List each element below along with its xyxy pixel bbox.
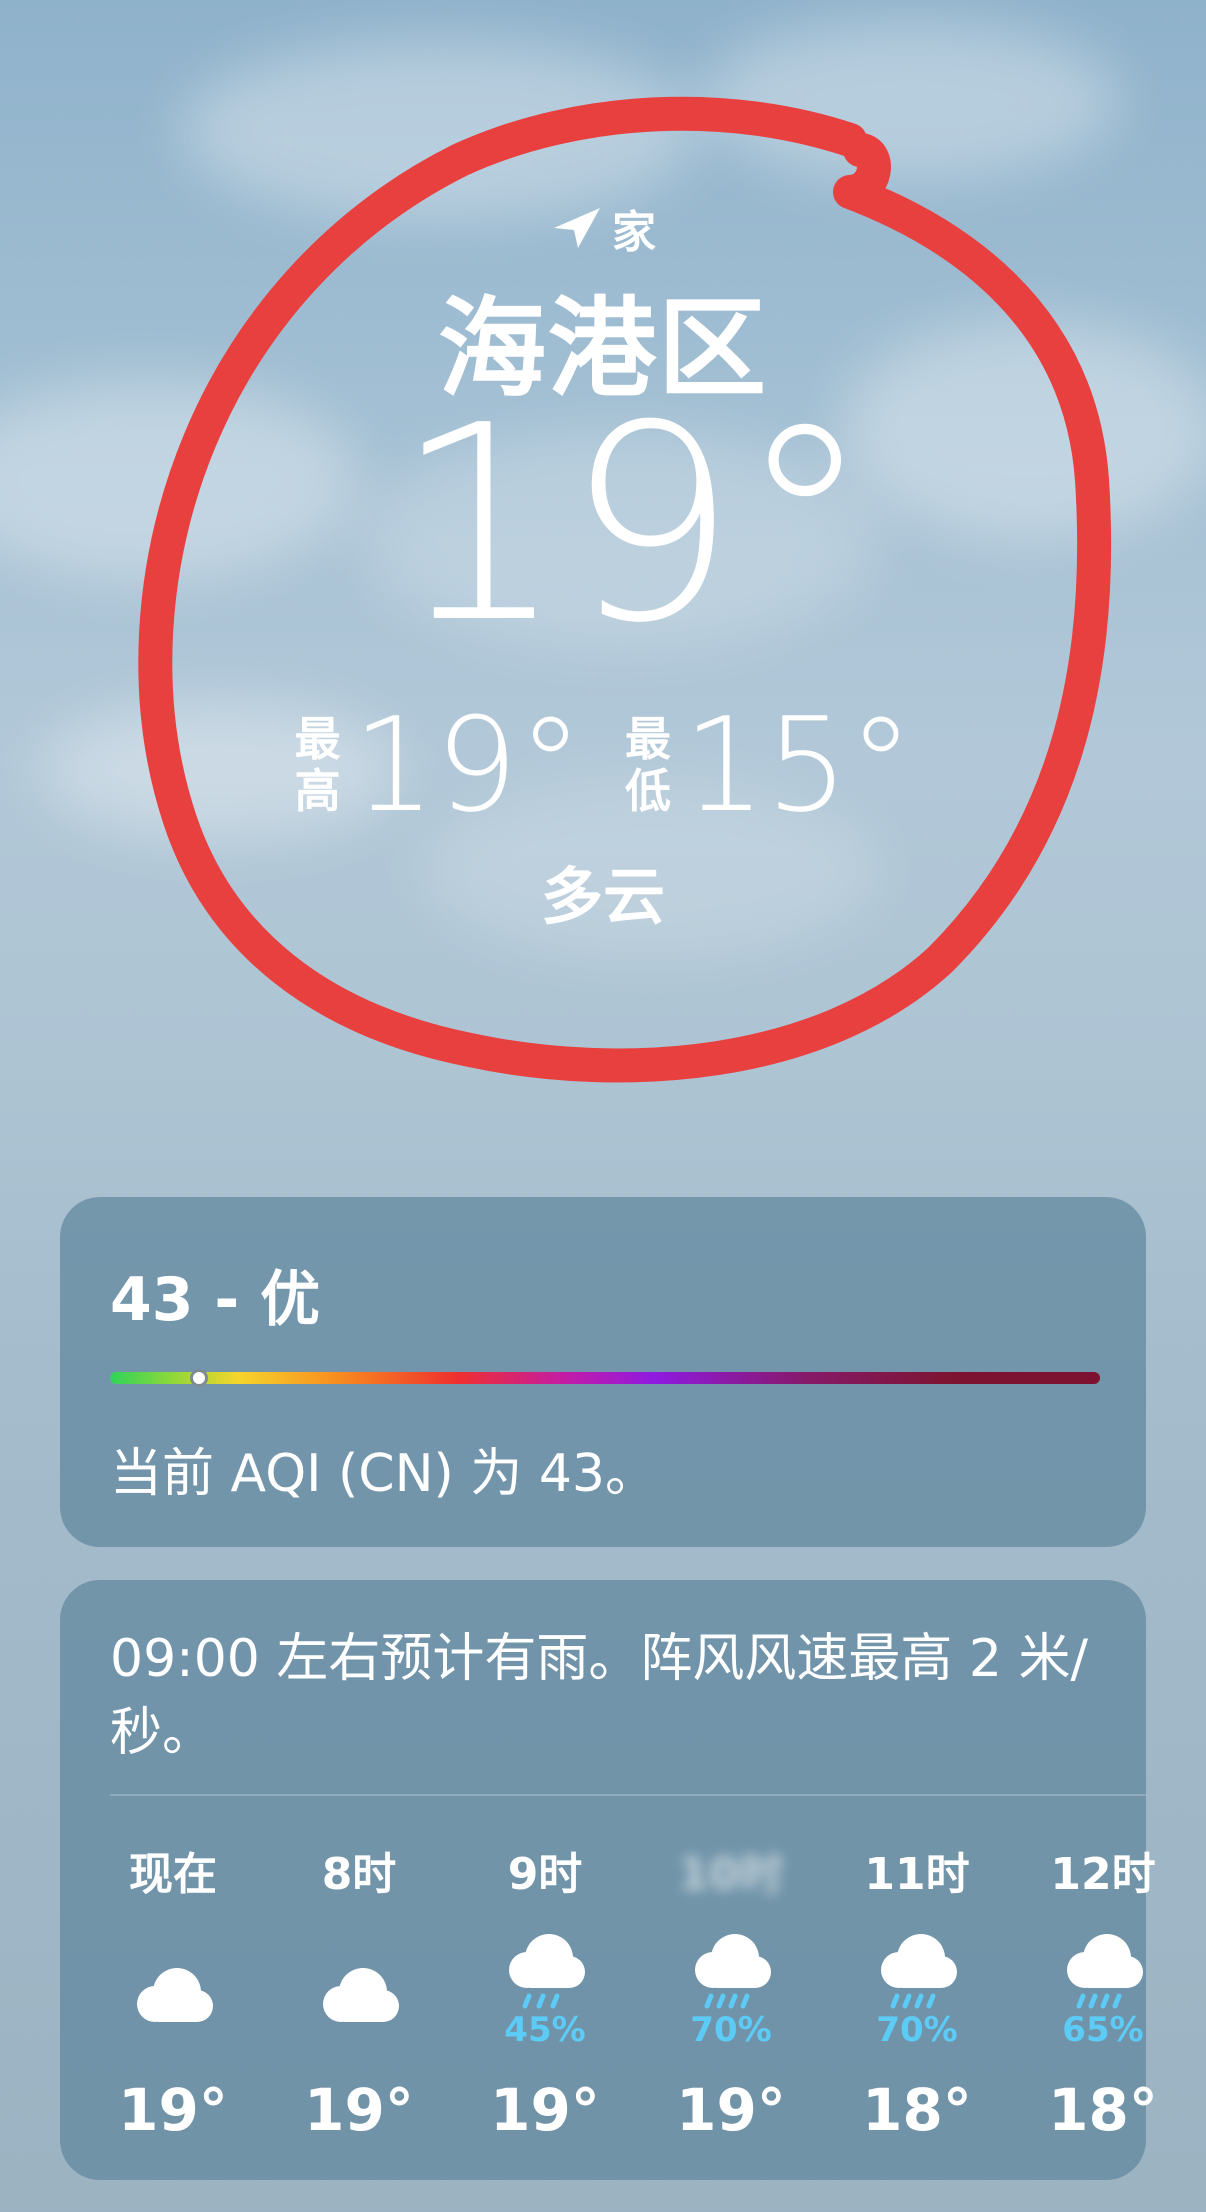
aqi-description: 当前 AQI (CN) 为 43。 xyxy=(110,1444,657,1504)
aqi-marker xyxy=(190,1369,209,1387)
hour-temperature: 19° xyxy=(676,2076,786,2144)
high-label: 最高 xyxy=(294,712,341,818)
location-tag: 家 xyxy=(612,207,656,258)
hour-label: 10时 xyxy=(678,1849,784,1900)
cloud-icon xyxy=(311,1930,407,2040)
hour-item[interactable]: 9时 45% 19° xyxy=(452,1830,638,2160)
aqi-title: 43 - 优 xyxy=(110,1265,321,1335)
high-temperature: 19° xyxy=(352,689,583,841)
hour-label: 12时 xyxy=(1050,1849,1156,1900)
hour-label: 8时 xyxy=(321,1849,397,1900)
precip-probability: 45% xyxy=(504,2010,586,2050)
low-temperature: 15° xyxy=(683,689,914,841)
aqi-scale-bar xyxy=(110,1369,1100,1387)
hour-item[interactable]: 11时 70% 18° xyxy=(824,1830,1010,2160)
cloud-icon xyxy=(125,1930,221,2040)
hourly-list[interactable]: 现在 19° 8时 19° 9时 45% 19° 10时 70% 19° 11时… xyxy=(80,1830,1158,2160)
hourly-forecast-card[interactable]: 09:00 左右预计有雨。阵风风速最高 2 米/秒。 现在 19° 8时 19° xyxy=(60,1580,1158,2180)
hour-label: 11时 xyxy=(864,1849,970,1900)
hour-label: 现在 xyxy=(129,1849,217,1900)
hour-item[interactable]: 10时 70% 19° xyxy=(638,1830,824,2160)
divider xyxy=(110,1794,1146,1796)
hour-label: 9时 xyxy=(507,1849,583,1900)
current-temperature: 19° xyxy=(393,367,873,682)
hour-temperature: 19° xyxy=(118,2076,228,2144)
high-low-row: 最高 19° 最低 15° xyxy=(0,700,1206,830)
forecast-summary: 09:00 左右预计有雨。阵风风速最高 2 米/秒。 xyxy=(110,1629,1089,1763)
precip-probability: 65% xyxy=(1062,2010,1144,2050)
location-arrow-icon xyxy=(554,208,600,248)
precip-probability: 70% xyxy=(690,2010,772,2050)
aqi-card[interactable]: 43 - 优 当前 AQI (CN) 为 43。 xyxy=(60,1197,1146,1547)
high-group: 最高 19° xyxy=(293,700,583,830)
hour-item[interactable]: 12时 65% 18° xyxy=(1010,1830,1196,2160)
hour-temperature: 18° xyxy=(862,2076,972,2144)
low-label: 最低 xyxy=(625,712,671,818)
hour-temperature: 19° xyxy=(490,2076,600,2144)
hour-temperature: 19° xyxy=(304,2076,414,2144)
low-group: 最低 15° xyxy=(623,700,913,830)
hour-temperature: 18° xyxy=(1048,2076,1158,2144)
hour-item[interactable]: 8时 19° xyxy=(266,1830,452,2160)
location-row[interactable]: 家 xyxy=(0,196,1206,260)
hour-item[interactable]: 现在 19° xyxy=(80,1830,266,2160)
weather-condition: 多云 xyxy=(540,860,665,933)
precip-probability: 70% xyxy=(876,2010,958,2050)
